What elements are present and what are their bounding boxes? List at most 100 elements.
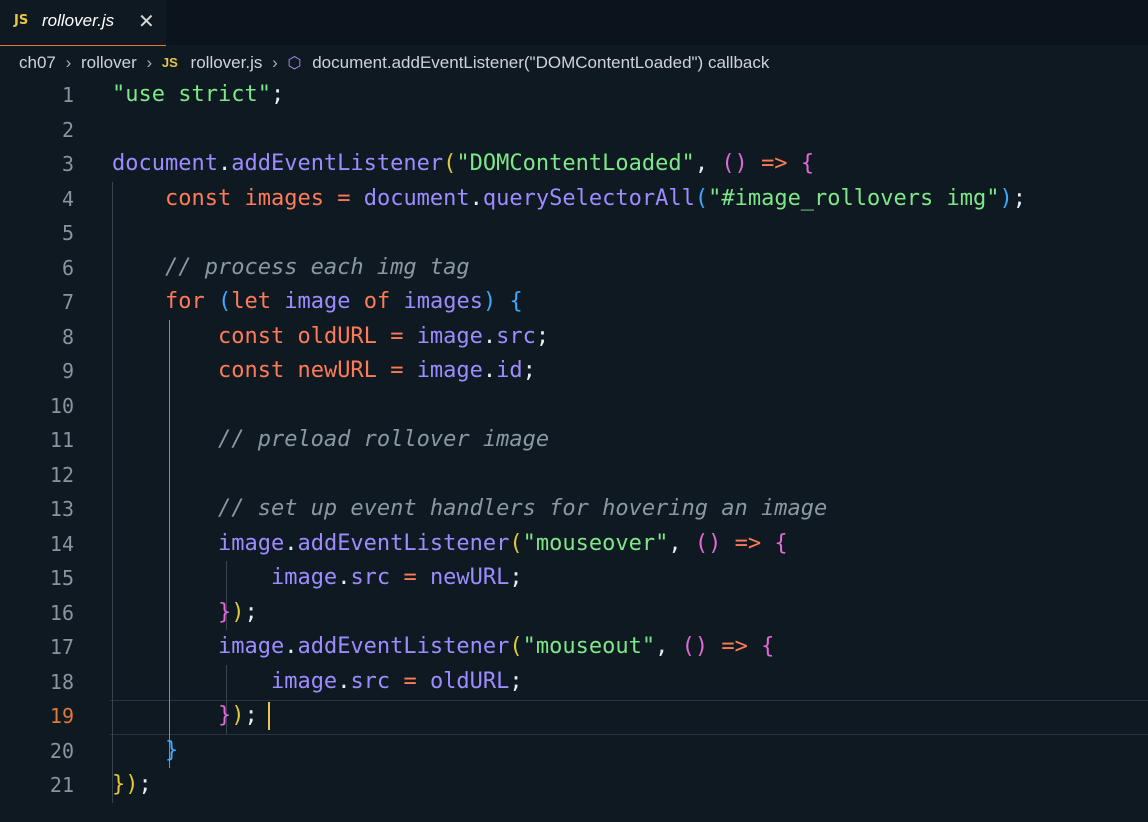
line-number: 20: [49, 738, 74, 763]
code-line[interactable]: 10: [0, 389, 1148, 424]
code-token: image: [270, 668, 338, 694]
code-line[interactable]: 15 image.src = newURL;: [0, 561, 1148, 596]
symbol-method-icon: ⬡: [287, 54, 302, 72]
code-token: ,: [655, 634, 682, 659]
code-token: {: [761, 634, 775, 659]
code-line[interactable]: 16 });: [0, 596, 1148, 631]
code-line[interactable]: 12: [0, 458, 1148, 493]
code-token: (: [509, 530, 523, 556]
code-token: }: [217, 703, 232, 728]
code-token: (: [443, 151, 457, 176]
code-token: const: [217, 323, 285, 349]
line-number: 4: [61, 186, 74, 211]
code-token: .: [337, 565, 351, 590]
code-text: const newURL = image.id;: [112, 354, 536, 389]
code-line[interactable]: 1 "use strict";: [0, 78, 1148, 113]
breadcrumb-item-file[interactable]: rollover.js: [191, 53, 263, 73]
line-number: 6: [61, 255, 74, 280]
code-token: oldURL: [297, 323, 377, 349]
code-token: document: [112, 151, 218, 176]
code-token: ,: [694, 151, 722, 176]
close-icon[interactable]: ✕: [138, 9, 155, 33]
code-token: }: [217, 599, 232, 625]
code-token: // set up event handlers for hovering an…: [217, 496, 828, 521]
code-token: src: [350, 668, 391, 694]
code-token: "mouseover": [522, 530, 669, 556]
code-token: // process each img tag: [164, 254, 470, 280]
code-token: (): [694, 530, 722, 556]
code-token: (: [509, 634, 523, 659]
code-token: ;: [138, 772, 152, 797]
code-line[interactable]: 6 // process each img tag: [0, 251, 1148, 286]
line-number: 19: [49, 704, 74, 728]
code-token: ;: [1012, 185, 1026, 211]
line-number: 8: [61, 324, 74, 349]
code-token: .: [284, 634, 298, 659]
line-number: 10: [49, 393, 74, 418]
code-token: ;: [244, 599, 258, 625]
code-line[interactable]: 11 // preload rollover image: [0, 423, 1148, 458]
code-token: "DOMContentLoaded": [456, 151, 695, 176]
line-number: 2: [61, 117, 74, 142]
code-token: let: [231, 289, 271, 314]
code-token: =: [403, 668, 417, 694]
code-line[interactable]: 7 for (let image of images) {: [0, 285, 1148, 320]
breadcrumb-item-rollover[interactable]: rollover: [81, 53, 137, 73]
code-token: }: [112, 772, 126, 797]
code-token: ): [125, 772, 139, 797]
code-token: image: [217, 634, 285, 659]
code-text: image.addEventListener("mouseout", () =>…: [112, 630, 774, 665]
code-token: ): [231, 599, 245, 625]
code-token: const: [164, 185, 232, 211]
code-token: "#image_rollovers img": [708, 185, 1000, 211]
code-line[interactable]: 8 const oldURL = image.src;: [0, 320, 1148, 355]
code-text: const oldURL = image.src;: [112, 320, 549, 355]
js-file-icon: JS: [161, 55, 178, 71]
code-token: (): [681, 634, 709, 659]
code-line[interactable]: 4 const images = document.querySelectorA…: [0, 182, 1148, 217]
chevron-right-icon: ›: [65, 52, 72, 72]
code-line[interactable]: 19 });: [0, 699, 1148, 734]
code-line[interactable]: 21});: [0, 768, 1148, 803]
code-token: ): [231, 703, 245, 728]
code-line[interactable]: 13 // set up event handlers for hovering…: [0, 492, 1148, 527]
tab-rollover-js[interactable]: JS rollover.js ✕: [0, 0, 166, 46]
code-line[interactable]: 18 image.src = oldURL;: [0, 665, 1148, 700]
code-line[interactable]: 14 image.addEventListener("mouseover", (…: [0, 527, 1148, 562]
chevron-right-icon: ›: [146, 52, 153, 72]
code-text: });: [112, 596, 258, 631]
code-line[interactable]: 2: [0, 113, 1148, 148]
code-line[interactable]: 20 }: [0, 734, 1148, 769]
code-token: (: [217, 289, 232, 314]
code-line[interactable]: 5: [0, 216, 1148, 251]
code-line[interactable]: 9 const newURL = image.id;: [0, 354, 1148, 389]
breadcrumb-item-ch07[interactable]: ch07: [19, 53, 56, 73]
code-line[interactable]: 17 image.addEventListener("mouseout", ()…: [0, 630, 1148, 665]
code-editor[interactable]: 1 "use strict"; 2 3 document.addEventListene…: [0, 78, 1148, 822]
code-token: =>: [721, 634, 748, 659]
code-token: {: [509, 289, 523, 314]
code-token: ;: [270, 82, 285, 107]
breadcrumb-item-symbol[interactable]: document.addEventListener("DOMContentLoa…: [312, 53, 769, 73]
code-line[interactable]: 3 document.addEventListener("DOMContentLo…: [0, 147, 1148, 182]
code-token: .: [469, 185, 483, 211]
line-number: 18: [49, 669, 74, 694]
code-token: images: [403, 289, 483, 314]
